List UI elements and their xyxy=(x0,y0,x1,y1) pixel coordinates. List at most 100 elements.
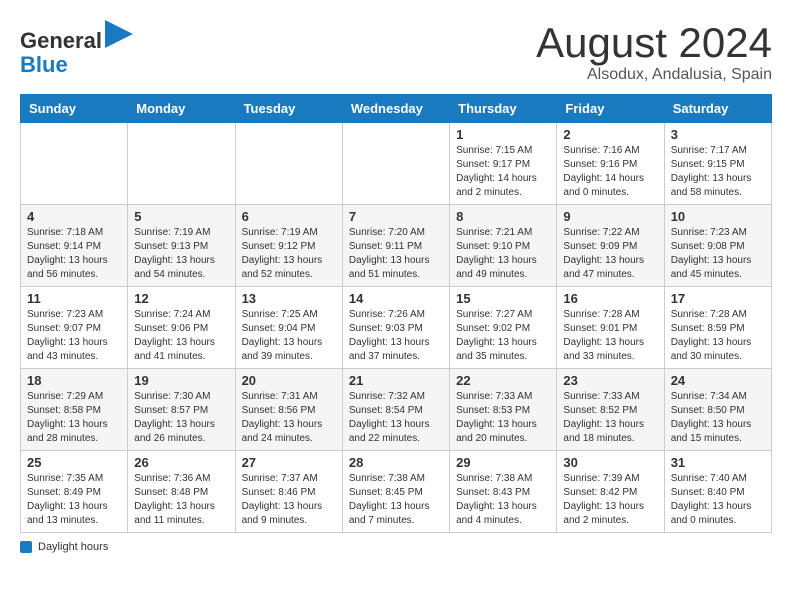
day-info: Sunrise: 7:23 AM Sunset: 9:07 PM Dayligh… xyxy=(27,308,121,364)
calendar-cell: 21 Sunrise: 7:32 AM Sunset: 8:54 PM Dayli… xyxy=(342,369,449,451)
calendar-header-row: SundayMondayTuesdayWednesdayThursdayFrid… xyxy=(21,95,772,123)
day-number: 11 xyxy=(27,291,121,306)
day-number: 7 xyxy=(349,209,443,224)
calendar-cell: 17Sunrise: 7:28 AM Sunset: 8:59 PM Dayli… xyxy=(664,287,771,369)
day-info: Sunrise: 7:24 AM Sunset: 9:06 PM Dayligh… xyxy=(134,308,228,364)
day-number: 14 xyxy=(349,291,443,306)
day-info: Sunrise: 7:17 AM Sunset: 9:15 PM Dayligh… xyxy=(671,144,765,200)
day-info: Sunrise: 7:38 AM Sunset: 8:45 PM Dayligh… xyxy=(349,472,443,528)
day-number: 26 xyxy=(134,455,228,470)
calendar-cell: 2 Sunrise: 7:16 AM Sunset: 9:16 PM Daylig… xyxy=(557,123,664,205)
day-number: 18 xyxy=(27,373,121,388)
calendar-cell: 4 Sunrise: 7:18 AM Sunset: 9:14 PM Daylig… xyxy=(21,205,128,287)
calendar-header-tuesday: Tuesday xyxy=(235,95,342,123)
calendar-cell: 19 Sunrise: 7:30 AM Sunset: 8:57 PM Dayli… xyxy=(128,369,235,451)
day-number: 3 xyxy=(671,127,765,142)
title-block: August 2024 Alsodux, Andalusia, Spain xyxy=(536,20,772,84)
calendar-title: August 2024 xyxy=(536,20,772,66)
calendar-cell: 29 Sunrise: 7:38 AM Sunset: 8:43 PM Dayli… xyxy=(450,451,557,533)
day-number: 24 xyxy=(671,373,765,388)
day-number: 1 xyxy=(456,127,550,142)
calendar-cell: 28 Sunrise: 7:38 AM Sunset: 8:45 PM Dayli… xyxy=(342,451,449,533)
calendar-cell: 6Sunrise: 7:19 AM Sunset: 9:12 PM Daylig… xyxy=(235,205,342,287)
day-info: Sunrise: 7:31 AM Sunset: 8:56 PM Dayligh… xyxy=(242,390,336,446)
calendar-cell: 9 Sunrise: 7:22 AM Sunset: 9:09 PM Daylig… xyxy=(557,205,664,287)
day-number: 28 xyxy=(349,455,443,470)
calendar-cell: 25 Sunrise: 7:35 AM Sunset: 8:49 PM Dayli… xyxy=(21,451,128,533)
day-info: Sunrise: 7:30 AM Sunset: 8:57 PM Dayligh… xyxy=(134,390,228,446)
day-number: 15 xyxy=(456,291,550,306)
calendar-week-row: 18 Sunrise: 7:29 AM Sunset: 8:58 PM Dayli… xyxy=(21,369,772,451)
day-info: Sunrise: 7:19 AM Sunset: 9:13 PM Dayligh… xyxy=(134,226,228,282)
calendar-cell: 23 Sunrise: 7:33 AM Sunset: 8:52 PM Dayli… xyxy=(557,369,664,451)
day-info: Sunrise: 7:33 AM Sunset: 8:53 PM Dayligh… xyxy=(456,390,550,446)
day-number: 31 xyxy=(671,455,765,470)
day-number: 9 xyxy=(563,209,657,224)
day-info: Sunrise: 7:18 AM Sunset: 9:14 PM Dayligh… xyxy=(27,226,121,282)
calendar-cell: 20 Sunrise: 7:31 AM Sunset: 8:56 PM Dayli… xyxy=(235,369,342,451)
day-info: Sunrise: 7:33 AM Sunset: 8:52 PM Dayligh… xyxy=(563,390,657,446)
calendar-cell: 7 Sunrise: 7:20 AM Sunset: 9:11 PM Daylig… xyxy=(342,205,449,287)
day-number: 22 xyxy=(456,373,550,388)
calendar-week-row: 11 Sunrise: 7:23 AM Sunset: 9:07 PM Dayli… xyxy=(21,287,772,369)
calendar-cell: 24Sunrise: 7:34 AM Sunset: 8:50 PM Dayli… xyxy=(664,369,771,451)
day-info: Sunrise: 7:40 AM Sunset: 8:40 PM Dayligh… xyxy=(671,472,765,528)
day-number: 19 xyxy=(134,373,228,388)
calendar-cell xyxy=(21,123,128,205)
calendar-subtitle: Alsodux, Andalusia, Spain xyxy=(536,66,772,84)
calendar-table: SundayMondayTuesdayWednesdayThursdayFrid… xyxy=(20,94,772,533)
day-number: 10 xyxy=(671,209,765,224)
footer-dot xyxy=(20,541,32,553)
footer-label: Daylight hours xyxy=(38,541,108,553)
day-number: 27 xyxy=(242,455,336,470)
day-number: 25 xyxy=(27,455,121,470)
day-info: Sunrise: 7:38 AM Sunset: 8:43 PM Dayligh… xyxy=(456,472,550,528)
day-info: Sunrise: 7:23 AM Sunset: 9:08 PM Dayligh… xyxy=(671,226,765,282)
calendar-cell: 8Sunrise: 7:21 AM Sunset: 9:10 PM Daylig… xyxy=(450,205,557,287)
day-info: Sunrise: 7:37 AM Sunset: 8:46 PM Dayligh… xyxy=(242,472,336,528)
day-info: Sunrise: 7:35 AM Sunset: 8:49 PM Dayligh… xyxy=(27,472,121,528)
day-info: Sunrise: 7:16 AM Sunset: 9:16 PM Dayligh… xyxy=(563,144,657,200)
day-number: 29 xyxy=(456,455,550,470)
day-info: Sunrise: 7:29 AM Sunset: 8:58 PM Dayligh… xyxy=(27,390,121,446)
calendar-week-row: 4 Sunrise: 7:18 AM Sunset: 9:14 PM Daylig… xyxy=(21,205,772,287)
day-number: 20 xyxy=(242,373,336,388)
day-info: Sunrise: 7:39 AM Sunset: 8:42 PM Dayligh… xyxy=(563,472,657,528)
day-info: Sunrise: 7:28 AM Sunset: 9:01 PM Dayligh… xyxy=(563,308,657,364)
logo-blue: Blue xyxy=(20,52,68,77)
day-info: Sunrise: 7:19 AM Sunset: 9:12 PM Dayligh… xyxy=(242,226,336,282)
logo-general: General xyxy=(20,28,102,53)
calendar-cell: 3 Sunrise: 7:17 AM Sunset: 9:15 PM Daylig… xyxy=(664,123,771,205)
calendar-cell xyxy=(235,123,342,205)
day-number: 4 xyxy=(27,209,121,224)
calendar-header-monday: Monday xyxy=(128,95,235,123)
calendar-cell xyxy=(128,123,235,205)
day-info: Sunrise: 7:36 AM Sunset: 8:48 PM Dayligh… xyxy=(134,472,228,528)
calendar-cell: 5Sunrise: 7:19 AM Sunset: 9:13 PM Daylig… xyxy=(128,205,235,287)
calendar-header-friday: Friday xyxy=(557,95,664,123)
day-number: 12 xyxy=(134,291,228,306)
day-number: 8 xyxy=(456,209,550,224)
logo: General Blue xyxy=(20,20,133,77)
calendar-cell: 10 Sunrise: 7:23 AM Sunset: 9:08 PM Dayli… xyxy=(664,205,771,287)
day-info: Sunrise: 7:28 AM Sunset: 8:59 PM Dayligh… xyxy=(671,308,765,364)
day-info: Sunrise: 7:22 AM Sunset: 9:09 PM Dayligh… xyxy=(563,226,657,282)
calendar-cell: 31 Sunrise: 7:40 AM Sunset: 8:40 PM Dayli… xyxy=(664,451,771,533)
day-info: Sunrise: 7:20 AM Sunset: 9:11 PM Dayligh… xyxy=(349,226,443,282)
logo-icon xyxy=(105,20,133,48)
calendar-header-wednesday: Wednesday xyxy=(342,95,449,123)
logo-text: General Blue xyxy=(20,20,133,77)
day-number: 2 xyxy=(563,127,657,142)
day-number: 21 xyxy=(349,373,443,388)
calendar-cell: 14 Sunrise: 7:26 AM Sunset: 9:03 PM Dayli… xyxy=(342,287,449,369)
calendar-cell: 11 Sunrise: 7:23 AM Sunset: 9:07 PM Dayli… xyxy=(21,287,128,369)
day-info: Sunrise: 7:32 AM Sunset: 8:54 PM Dayligh… xyxy=(349,390,443,446)
calendar-cell: 26 Sunrise: 7:36 AM Sunset: 8:48 PM Dayli… xyxy=(128,451,235,533)
day-number: 23 xyxy=(563,373,657,388)
day-info: Sunrise: 7:26 AM Sunset: 9:03 PM Dayligh… xyxy=(349,308,443,364)
calendar-cell: 27 Sunrise: 7:37 AM Sunset: 8:46 PM Dayli… xyxy=(235,451,342,533)
calendar-cell xyxy=(342,123,449,205)
calendar-cell: 30Sunrise: 7:39 AM Sunset: 8:42 PM Dayli… xyxy=(557,451,664,533)
calendar-cell: 13Sunrise: 7:25 AM Sunset: 9:04 PM Dayli… xyxy=(235,287,342,369)
calendar-cell: 12 Sunrise: 7:24 AM Sunset: 9:06 PM Dayli… xyxy=(128,287,235,369)
